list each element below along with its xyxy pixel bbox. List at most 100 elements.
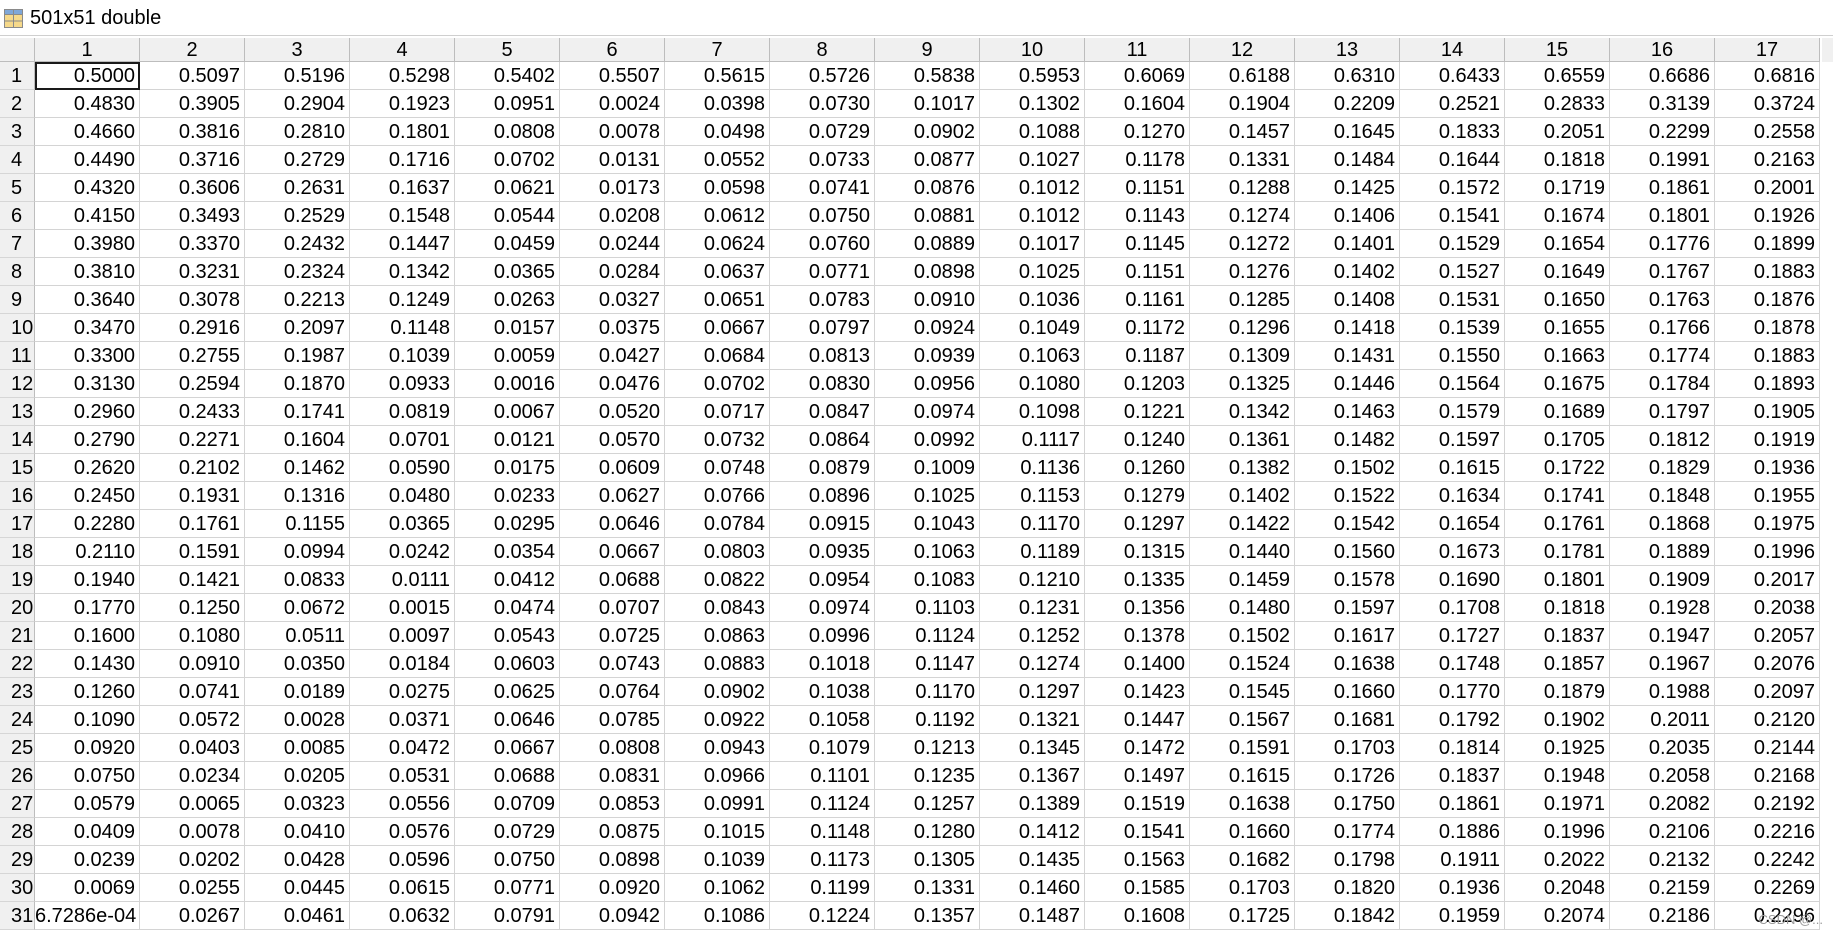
- table-cell[interactable]: 0.1235: [875, 762, 980, 790]
- table-cell[interactable]: 0.3905: [140, 90, 245, 118]
- table-cell[interactable]: 0.1462: [245, 454, 350, 482]
- table-cell[interactable]: 0.3300: [35, 342, 140, 370]
- row-header[interactable]: 13: [0, 398, 35, 426]
- table-cell[interactable]: 0.1272: [1190, 230, 1295, 258]
- table-cell[interactable]: 0.1036: [980, 286, 1085, 314]
- table-cell[interactable]: 0.0646: [560, 510, 665, 538]
- table-cell[interactable]: 0.1936: [1400, 874, 1505, 902]
- table-cell[interactable]: 0.1644: [1400, 146, 1505, 174]
- table-cell[interactable]: 0.1883: [1715, 258, 1820, 286]
- table-cell[interactable]: 0.1820: [1295, 874, 1400, 902]
- table-cell[interactable]: 0.0544: [455, 202, 560, 230]
- table-cell[interactable]: 0.1210: [980, 566, 1085, 594]
- table-cell[interactable]: 0.0412: [455, 566, 560, 594]
- row-header[interactable]: 4: [0, 146, 35, 174]
- table-cell[interactable]: 0.2097: [1715, 678, 1820, 706]
- table-cell[interactable]: 0.2433: [140, 398, 245, 426]
- table-cell[interactable]: 0.1608: [1085, 902, 1190, 930]
- table-cell[interactable]: 0.2058: [1610, 762, 1715, 790]
- table-cell[interactable]: 0.1579: [1400, 398, 1505, 426]
- table-cell[interactable]: 0.1018: [770, 650, 875, 678]
- table-cell[interactable]: 0.1472: [1085, 734, 1190, 762]
- table-cell[interactable]: 0.0803: [665, 538, 770, 566]
- table-cell[interactable]: 0.0933: [350, 370, 455, 398]
- table-cell[interactable]: 0.1770: [35, 594, 140, 622]
- table-cell[interactable]: 0.0403: [140, 734, 245, 762]
- table-cell[interactable]: 0.1187: [1085, 342, 1190, 370]
- table-cell[interactable]: 0.2324: [245, 258, 350, 286]
- row-header[interactable]: 26: [0, 762, 35, 790]
- table-cell[interactable]: 0.1673: [1400, 538, 1505, 566]
- table-cell[interactable]: 0.1017: [875, 90, 980, 118]
- table-cell[interactable]: 0.0409: [35, 818, 140, 846]
- table-cell[interactable]: 0.1412: [980, 818, 1085, 846]
- row-header[interactable]: 30: [0, 874, 35, 902]
- table-cell[interactable]: 0.1550: [1400, 342, 1505, 370]
- table-cell[interactable]: 0.0576: [350, 818, 455, 846]
- table-cell[interactable]: 0.1305: [875, 846, 980, 874]
- table-cell[interactable]: 0.1634: [1400, 482, 1505, 510]
- table-cell[interactable]: 0.1638: [1295, 650, 1400, 678]
- table-cell[interactable]: 0.4490: [35, 146, 140, 174]
- row-header[interactable]: 25: [0, 734, 35, 762]
- table-cell[interactable]: 0.1401: [1295, 230, 1400, 258]
- table-cell[interactable]: 0.0771: [455, 874, 560, 902]
- table-cell[interactable]: 0.1316: [245, 482, 350, 510]
- table-cell[interactable]: 0.2048: [1505, 874, 1610, 902]
- table-cell[interactable]: 0.1818: [1505, 146, 1610, 174]
- table-cell[interactable]: 0.1147: [875, 650, 980, 678]
- table-cell[interactable]: 0.1741: [1505, 482, 1610, 510]
- table-cell[interactable]: 0.2450: [35, 482, 140, 510]
- table-cell[interactable]: 0.1497: [1085, 762, 1190, 790]
- table-cell[interactable]: 0.0651: [665, 286, 770, 314]
- table-cell[interactable]: 0.1345: [980, 734, 1085, 762]
- table-cell[interactable]: 0.4150: [35, 202, 140, 230]
- table-cell[interactable]: 0.0833: [245, 566, 350, 594]
- table-cell[interactable]: 0.1541: [1400, 202, 1505, 230]
- table-cell[interactable]: 0.6069: [1085, 62, 1190, 90]
- table-cell[interactable]: 0.2106: [1610, 818, 1715, 846]
- table-cell[interactable]: 0.0702: [665, 370, 770, 398]
- table-cell[interactable]: 0.0572: [140, 706, 245, 734]
- table-cell[interactable]: 0.2242: [1715, 846, 1820, 874]
- table-cell[interactable]: 0.1058: [770, 706, 875, 734]
- column-header[interactable]: 10: [980, 38, 1085, 62]
- table-cell[interactable]: 0.1252: [980, 622, 1085, 650]
- table-cell[interactable]: 0.0741: [140, 678, 245, 706]
- table-cell[interactable]: 0.1402: [1295, 258, 1400, 286]
- table-cell[interactable]: 0.3816: [140, 118, 245, 146]
- table-cell[interactable]: 0.0709: [455, 790, 560, 818]
- table-cell[interactable]: 0.1124: [770, 790, 875, 818]
- table-cell[interactable]: 0.1015: [665, 818, 770, 846]
- table-cell[interactable]: 0.1563: [1085, 846, 1190, 874]
- table-cell[interactable]: 0.1955: [1715, 482, 1820, 510]
- table-cell[interactable]: 0.3139: [1610, 90, 1715, 118]
- variable-spreadsheet[interactable]: 1 2 3 4 5 6 7 8 9 10 11 12 13 14 15 16 17 1 0.5000 0.5097 0.…: [0, 38, 1833, 933]
- table-cell[interactable]: 0.1801: [1505, 566, 1610, 594]
- table-cell[interactable]: 0.0205: [245, 762, 350, 790]
- table-cell[interactable]: 0.0445: [245, 874, 350, 902]
- table-cell[interactable]: 0.1883: [1715, 342, 1820, 370]
- table-cell[interactable]: 0.0632: [350, 902, 455, 930]
- table-cell[interactable]: 0.1101: [770, 762, 875, 790]
- table-cell[interactable]: 0.0920: [35, 734, 140, 762]
- table-cell[interactable]: 0.1423: [1085, 678, 1190, 706]
- table-cell[interactable]: 0.0935: [770, 538, 875, 566]
- table-cell[interactable]: 0.2011: [1610, 706, 1715, 734]
- table-cell[interactable]: 0.4320: [35, 174, 140, 202]
- column-header[interactable]: 9: [875, 38, 980, 62]
- table-cell[interactable]: 0.1315: [1085, 538, 1190, 566]
- table-cell[interactable]: 0.1585: [1085, 874, 1190, 902]
- table-cell[interactable]: 0.0994: [245, 538, 350, 566]
- row-header[interactable]: 23: [0, 678, 35, 706]
- table-cell[interactable]: 0.0743: [560, 650, 665, 678]
- table-cell[interactable]: 0.0771: [770, 258, 875, 286]
- table-cell[interactable]: 0.0350: [245, 650, 350, 678]
- table-cell[interactable]: 0.1741: [245, 398, 350, 426]
- table-cell[interactable]: 0.0579: [35, 790, 140, 818]
- table-cell[interactable]: 0.1936: [1715, 454, 1820, 482]
- table-cell[interactable]: 0.1231: [980, 594, 1085, 622]
- table-cell[interactable]: 0.2017: [1715, 566, 1820, 594]
- table-cell[interactable]: 0.0702: [455, 146, 560, 174]
- table-cell[interactable]: 0.0730: [770, 90, 875, 118]
